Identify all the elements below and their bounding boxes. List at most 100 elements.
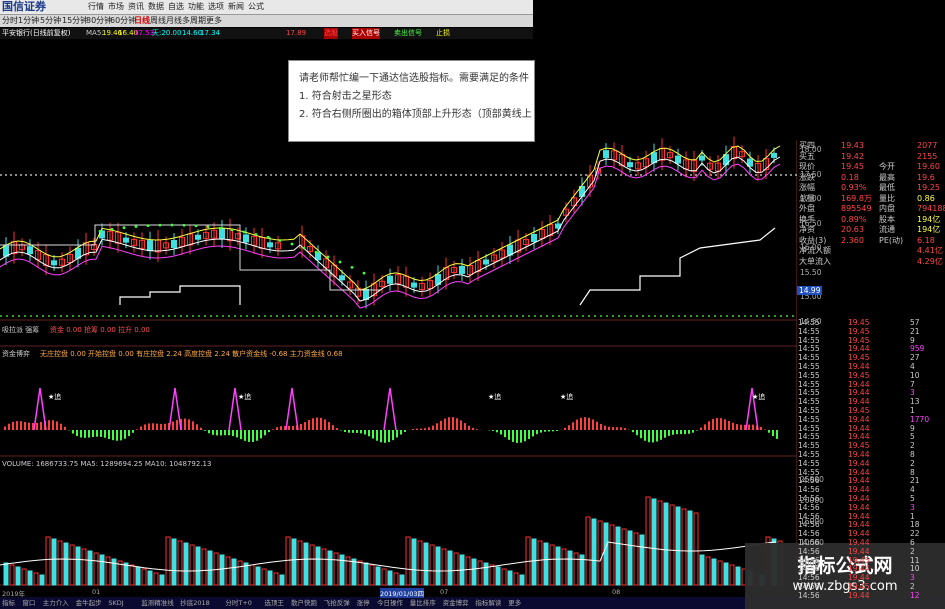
candle-body [267,242,273,248]
oscillator-bar [660,430,662,440]
oscillator-bar [552,430,554,432]
indicator-tab[interactable]: 窗口 [22,597,35,609]
tick-time: 14:55 [798,344,820,354]
volume-bar [231,558,237,586]
oscillator-bar [392,430,394,441]
dot [362,271,366,275]
volume-bar [147,570,153,586]
quote-row: 涨幅 0.93% 最低 19.25 [799,183,943,194]
quote-value: 20.63 [841,225,864,234]
indicator-tab[interactable]: 指标 [2,597,15,609]
volume-bar [675,506,681,586]
indicator-tab[interactable]: 资金博弈 [443,597,469,609]
oscillator-bar [4,426,6,430]
oscillator-bar [116,430,118,441]
indicator-tab[interactable]: 监测精准线 [141,597,174,609]
tick-row: 14:55 19.45 2 [798,441,944,450]
indicator-tab[interactable]: 指标解读 [475,597,501,609]
date-label: 08 [612,588,621,596]
indicator-tab[interactable]: 分时T+0 [225,597,252,609]
signal-spike [168,387,182,431]
oscillator-bar [100,430,102,437]
indicator-tab[interactable]: 今日操作 [377,597,403,609]
candle-body [459,265,465,274]
indicator-tab[interactable]: 主力介入 [43,597,69,609]
volume-bar [105,556,111,586]
candle-body [531,234,537,242]
tick-time: 14:55 [798,441,820,451]
oscillator-bar [460,420,462,430]
volume-bar [615,526,621,586]
volume-axis-label: 10000 [800,538,824,547]
oscillator-bar [468,425,470,430]
oscillator-bar [196,424,198,430]
oscillator-bar [564,427,566,430]
quote-label-2: 内盘 [879,204,895,213]
volume-bar [735,566,741,586]
indicator-tab[interactable]: 抄底2018 [180,597,210,609]
oscillator-bar [624,428,626,430]
indicator-tab[interactable]: 金牛起步 [76,597,102,609]
oscillator-bar [272,429,274,430]
candle-body [627,162,633,168]
volume-bar [135,566,141,586]
volume-bar [171,538,177,586]
oscillator-bar [200,427,202,430]
volume-bar [363,562,369,586]
oscillator-bar [580,417,582,430]
quote-value: 895549 [841,204,872,213]
quote-value-2: 19.25 [917,183,940,192]
indicator-tab[interactable]: 散户快跑 [291,597,317,609]
oscillator-bar [748,424,750,430]
dot [206,225,210,229]
oscillator-bar [148,423,150,430]
oscillator-bar [304,422,306,430]
tick-price: 19.44 [848,423,870,433]
tick-time: 14:55 [798,370,820,380]
volume-bar [87,550,93,586]
tick-time: 14:56 [798,573,820,583]
oscillator-bar [372,430,374,439]
indicator-tab[interactable]: 飞抢反弹 [324,597,350,609]
tick-row: 14:56 19.44 2 [798,547,944,556]
oscillator-bar [292,425,294,430]
volume-bar [711,558,717,586]
oscillator-bar [332,425,334,430]
volume-bar [225,556,231,586]
indicator-tab[interactable]: 量比排序 [410,597,436,609]
tick-time: 14:55 [798,414,820,424]
quote-value-2: 2077 [917,141,938,150]
indicator-tab[interactable]: 涨停 [357,597,370,609]
tick-price: 19.44 [848,476,870,486]
oscillator-bar [548,430,550,432]
indicator-tab[interactable]: 选顶王 [264,597,284,609]
volume-bar [339,554,345,586]
tick-row: 14:55 19.44 9 [798,424,944,433]
oscillator-bar [648,430,650,443]
oscillator-bar [472,427,474,430]
volume-bar [153,572,159,586]
tick-volume: 8 [910,467,915,477]
tick-row: 14:55 19.45 1 [798,406,944,415]
volume-bar [39,574,45,586]
indicator-tab[interactable]: SKDJ [108,597,123,609]
volume-bar [669,504,675,586]
oscillator-bar [604,425,606,430]
volume-bar [159,574,165,586]
quote-value-2: 794188 [917,204,945,213]
oscillator-bar [376,430,378,441]
oscillator-bar [452,417,454,430]
tick-row: 14:55 19.44 4 [798,362,944,371]
dot [338,260,342,264]
oscillator-bar [228,430,230,436]
tick-price: 19.44 [848,511,870,521]
oscillator-bar [356,430,358,433]
oscillator-bar [244,430,246,441]
tick-volume: 3 [910,573,915,583]
indicator-tab[interactable]: 更多 [508,597,521,609]
quote-label: 涨幅 [799,183,815,192]
volume-bar [429,544,435,586]
tick-time: 14:55 [798,362,820,371]
oscillator-bar [280,426,282,430]
oscillator-bar [144,424,146,430]
